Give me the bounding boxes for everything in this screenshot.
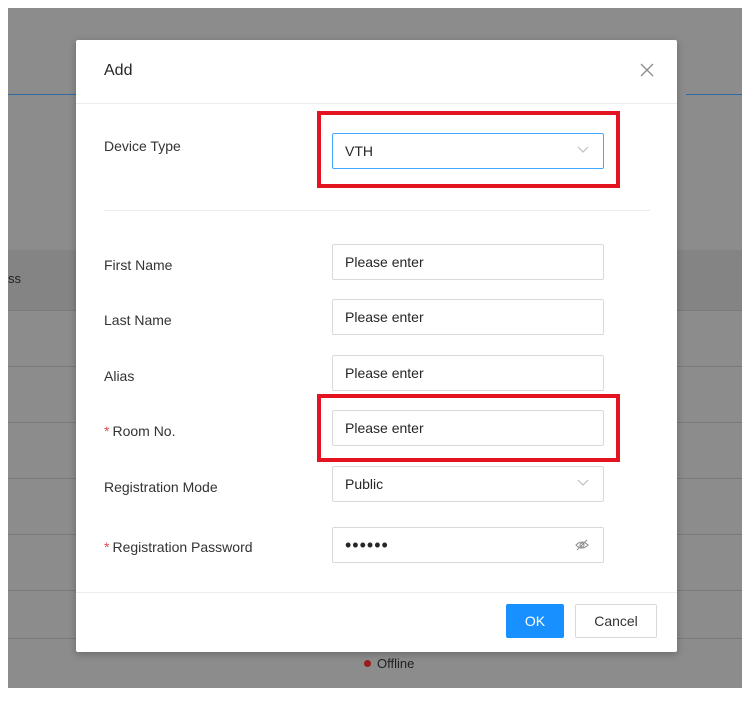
offline-dot-icon bbox=[364, 660, 371, 667]
device-type-label: Device Type bbox=[104, 138, 181, 154]
last-name-placeholder: Please enter bbox=[345, 309, 424, 325]
close-icon bbox=[640, 63, 654, 77]
room-no-label: * Room No. bbox=[104, 423, 175, 439]
background-tab-underline-right bbox=[686, 94, 742, 95]
registration-mode-label: Registration Mode bbox=[104, 479, 218, 495]
chevron-down-icon bbox=[577, 479, 589, 486]
first-name-placeholder: Please enter bbox=[345, 254, 424, 270]
close-button[interactable] bbox=[637, 60, 657, 80]
registration-mode-value: Public bbox=[345, 476, 384, 492]
cancel-button[interactable]: Cancel bbox=[575, 604, 657, 638]
first-name-input[interactable]: Please enter bbox=[332, 244, 604, 280]
registration-password-input[interactable]: •••••• bbox=[332, 527, 604, 563]
modal-title: Add bbox=[104, 62, 133, 79]
registration-password-label: * Registration Password bbox=[104, 539, 253, 555]
add-device-modal: Add Device Type VTH First Name Please en… bbox=[76, 40, 677, 652]
background-column-fragment: ss bbox=[8, 271, 21, 286]
last-name-label: Last Name bbox=[104, 312, 172, 328]
background-status: Offline bbox=[364, 656, 414, 671]
alias-placeholder: Please enter bbox=[345, 365, 424, 381]
required-mark: * bbox=[104, 423, 110, 439]
room-no-label-text: Room No. bbox=[112, 423, 176, 439]
background-status-text: Offline bbox=[377, 656, 415, 671]
password-value: •••••• bbox=[345, 534, 389, 555]
alias-label: Alias bbox=[104, 368, 135, 384]
eye-off-icon[interactable] bbox=[575, 539, 589, 551]
device-type-highlight-box bbox=[317, 111, 620, 188]
first-name-label: First Name bbox=[104, 257, 173, 273]
last-name-input[interactable]: Please enter bbox=[332, 299, 604, 335]
registration-mode-select[interactable]: Public bbox=[332, 466, 604, 502]
registration-password-label-text: Registration Password bbox=[112, 539, 253, 555]
modal-header: Add bbox=[76, 40, 677, 104]
alias-input[interactable]: Please enter bbox=[332, 355, 604, 391]
background-tab-underline bbox=[8, 94, 78, 95]
required-mark: * bbox=[104, 539, 110, 555]
section-divider bbox=[104, 210, 650, 211]
room-no-highlight-box bbox=[317, 394, 620, 462]
ok-button[interactable]: OK bbox=[506, 604, 564, 638]
